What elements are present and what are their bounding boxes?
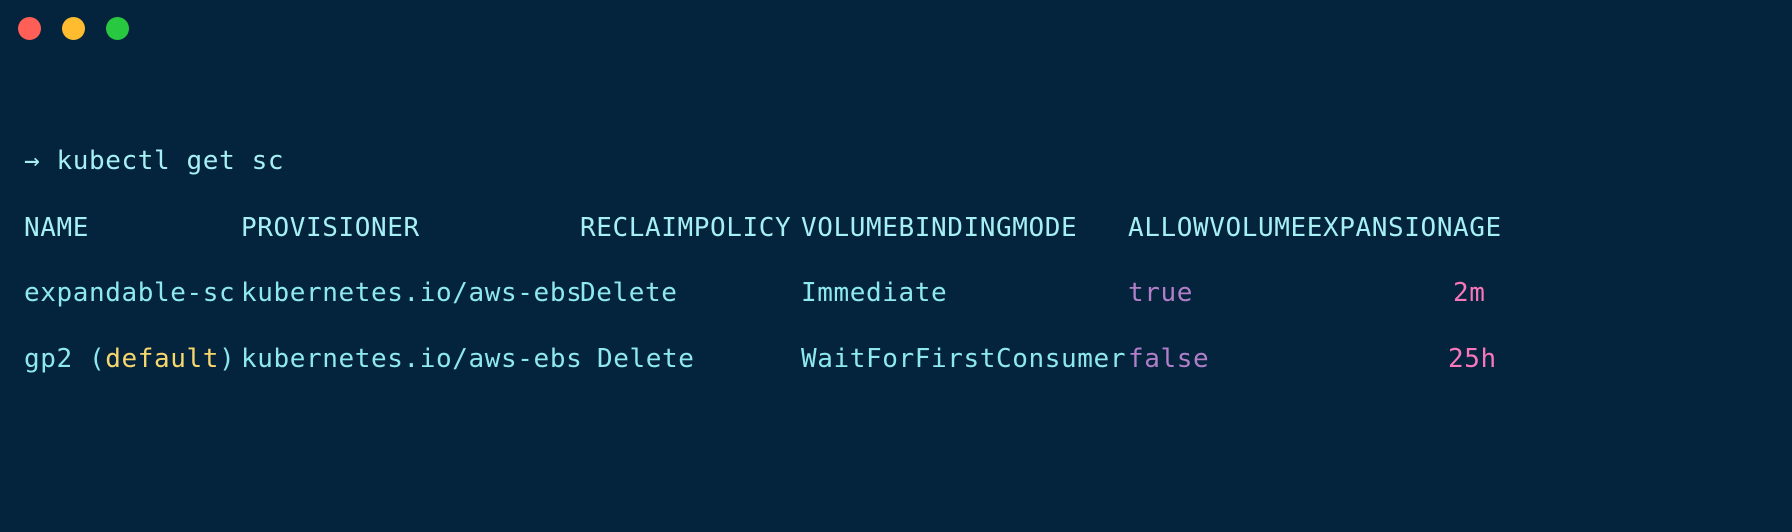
table-row-1-name-prefix: gp2 ( bbox=[24, 344, 106, 374]
table-row-1-reclaimpolicy: Delete bbox=[597, 344, 695, 374]
table-row-1-default-badge: default bbox=[105, 344, 220, 374]
column-header-reclaimpolicy: RECLAIMPOLICY bbox=[580, 213, 792, 243]
table-row-0-reclaimpolicy: Delete bbox=[580, 278, 678, 308]
table-row-1-allowvolumeexpansion: false bbox=[1128, 344, 1210, 374]
column-header-age: AGE bbox=[1453, 213, 1502, 243]
terminal-window: → kubectl get sc NAME PROVISIONER RECLAI… bbox=[0, 0, 1792, 532]
table-row-1-age: 25h bbox=[1448, 344, 1497, 374]
command-text: kubectl get sc bbox=[56, 146, 285, 176]
table-row-0-allowvolumeexpansion: true bbox=[1128, 278, 1194, 308]
table-row-1-provisioner: kubernetes.io/aws-ebs bbox=[241, 344, 583, 374]
table-row-1-name: gp2 (default) bbox=[24, 346, 235, 372]
table-row-0-name: expandable-sc bbox=[24, 278, 236, 308]
prompt-arrow-icon: → bbox=[24, 146, 41, 176]
column-header-allowvolumeexpansion: ALLOWVOLUMEEXPANSION bbox=[1128, 213, 1454, 243]
column-header-name: NAME bbox=[24, 213, 90, 243]
command-prompt-line: → kubectl get sc bbox=[24, 148, 284, 174]
table-row-0-volumebindingmode: Immediate bbox=[801, 278, 948, 308]
table-row-0-provisioner: kubernetes.io/aws-ebs bbox=[241, 278, 583, 308]
table-row-0-age: 2m bbox=[1453, 278, 1486, 308]
prompt-spacer bbox=[40, 146, 56, 176]
terminal-output-area[interactable]: → kubectl get sc NAME PROVISIONER RECLAI… bbox=[0, 0, 1792, 532]
table-row-1-name-suffix: ) bbox=[219, 344, 236, 374]
column-header-volumebindingmode: VOLUMEBINDINGMODE bbox=[801, 213, 1078, 243]
table-row-1-volumebindingmode: WaitForFirstConsumer bbox=[801, 344, 1127, 374]
column-header-provisioner: PROVISIONER bbox=[241, 213, 420, 243]
